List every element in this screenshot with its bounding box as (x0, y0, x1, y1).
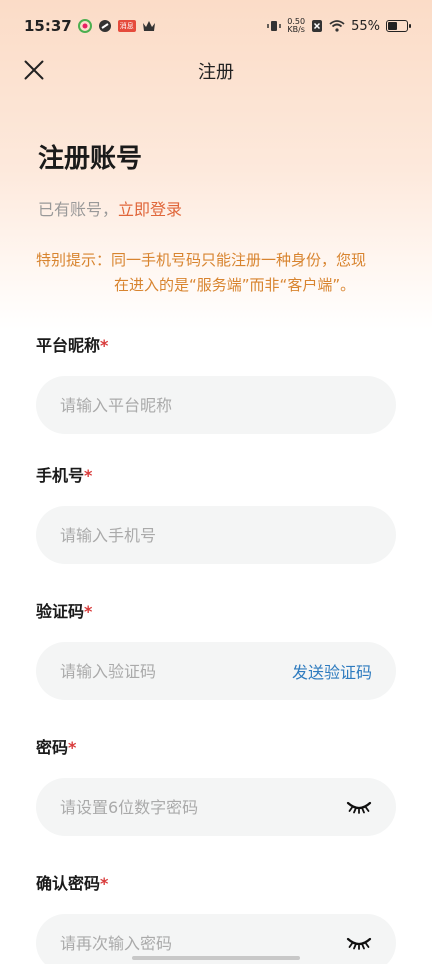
code-input[interactable] (60, 661, 292, 681)
status-right: 0.50 KB/s 55% (267, 18, 411, 34)
wifi-icon (329, 20, 345, 32)
status-bar: 15:37 消息 0.50 KB/s 55% (0, 0, 432, 52)
confirm-password-label: 确认密码* (36, 870, 108, 894)
eye-closed-icon[interactable] (346, 936, 372, 950)
nickname-label: 平台昵称* (36, 332, 108, 356)
nav-title: 注册 (198, 62, 234, 83)
nickname-label-text: 平台昵称 (36, 336, 101, 355)
phone-label: 手机号* (36, 462, 92, 486)
password-field-box (36, 778, 396, 836)
page-title: 注册账号 (38, 144, 143, 174)
phone-input[interactable] (60, 525, 372, 545)
notice-line-2: 在进入的是“服务端”而非“客户端”。 (114, 276, 356, 294)
status-time: 15:37 (24, 17, 72, 35)
battery-icon (386, 20, 411, 32)
phone-label-text: 手机号 (36, 466, 85, 485)
phone-field-box (36, 506, 396, 564)
confirm-label-text: 确认密码 (36, 874, 101, 893)
eye-closed-icon[interactable] (346, 800, 372, 814)
password-input[interactable] (60, 797, 346, 817)
red-badge-icon: 消息 (117, 20, 136, 32)
nickname-input[interactable] (60, 395, 372, 415)
password-label: 密码* (36, 734, 76, 758)
app-notification-icon (77, 19, 92, 33)
password-label-text: 密码 (36, 738, 69, 757)
status-left: 15:37 消息 (24, 17, 156, 35)
required-mark: * (68, 738, 77, 757)
required-mark: * (84, 602, 93, 621)
have-account-text: 已有账号， (38, 200, 119, 219)
required-mark: * (100, 336, 109, 355)
required-mark: * (84, 466, 93, 485)
required-mark: * (100, 874, 109, 893)
network-speed: 0.50 KB/s (287, 18, 305, 34)
send-code-button[interactable]: 发送验证码 (292, 659, 372, 683)
battery-fill (388, 22, 398, 30)
sim-off-icon (311, 19, 323, 33)
speed-unit: KB/s (287, 25, 305, 34)
crown-icon (142, 20, 156, 32)
code-field-box: 发送验证码 (36, 642, 396, 700)
home-indicator[interactable] (132, 956, 300, 960)
notice-text: 特别提示：同一手机号码只能注册一种身份，您现 在进入的是“服务端”而非“客户端”… (36, 248, 396, 298)
code-label-text: 验证码 (36, 602, 85, 621)
login-prompt: 已有账号，立即登录 (38, 196, 182, 220)
app-notification-icon-2 (98, 19, 112, 33)
confirm-password-input[interactable] (60, 933, 346, 953)
notice-line-1: 特别提示：同一手机号码只能注册一种身份，您现 (36, 251, 367, 269)
vibrate-icon (267, 19, 282, 33)
nickname-field-box (36, 376, 396, 434)
code-label: 验证码* (36, 598, 92, 622)
nav-bar: 注册 (0, 52, 432, 88)
login-link[interactable]: 立即登录 (118, 200, 182, 219)
battery-text: 55% (351, 18, 380, 34)
